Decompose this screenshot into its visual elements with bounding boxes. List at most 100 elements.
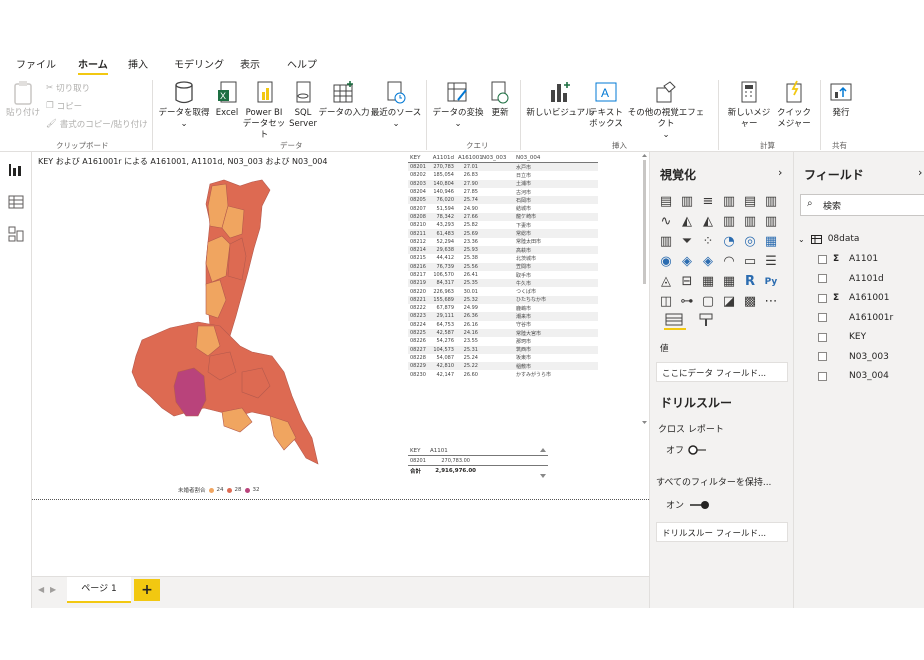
decomposition-tree-icon[interactable]: ⊶	[679, 294, 695, 310]
field-item[interactable]: N03_003	[818, 352, 889, 362]
new-visual-button[interactable]: 新しいビジュアル	[526, 80, 594, 119]
shape-map-icon[interactable]: ◈	[700, 254, 716, 270]
column-header[interactable]: KEY	[408, 155, 430, 161]
report-view-icon[interactable]	[8, 162, 24, 178]
excel-button[interactable]: X Excel	[212, 80, 242, 119]
filled-map-icon[interactable]: ◈	[679, 254, 695, 270]
more-icon[interactable]: ⋯	[763, 294, 779, 310]
field-checkbox[interactable]	[818, 332, 827, 342]
stacked-area-icon[interactable]: ◭	[700, 214, 716, 230]
field-item[interactable]: A161001r	[818, 313, 893, 323]
add-page-button[interactable]: +	[134, 579, 160, 601]
line-column-icon[interactable]: ▥	[721, 214, 737, 230]
slicer-icon[interactable]: ⊟	[679, 274, 695, 290]
fields-well-icon[interactable]	[664, 312, 686, 330]
smart-narrative-icon[interactable]: ◪	[721, 294, 737, 310]
format-painter-button[interactable]: 🖌 書式のコピー/貼り付け	[46, 118, 148, 130]
column-header[interactable]: N03_003	[482, 155, 516, 161]
model-view-icon[interactable]	[8, 226, 24, 242]
publish-button[interactable]: 発行	[826, 80, 856, 119]
fields-search-input[interactable]: ⌕ 検索	[800, 194, 924, 216]
values-drop-zone[interactable]: ここにデータ フィールド...	[656, 362, 788, 382]
textbox-button[interactable]: A テキスト ボックス	[588, 80, 624, 130]
matrix-icon[interactable]: ▦	[721, 274, 737, 290]
field-item[interactable]: Σ A161001	[818, 293, 890, 303]
cross-report-toggle[interactable]: オフ	[666, 443, 710, 456]
line-clustered-icon[interactable]: ▥	[742, 214, 758, 230]
line-chart-icon[interactable]: ∿	[658, 214, 674, 230]
column-header[interactable]: N03_004	[516, 155, 598, 161]
field-checkbox[interactable]	[818, 313, 827, 322]
table-node-08data[interactable]: ⌄ 08data	[798, 234, 859, 244]
qa-icon[interactable]: ▢	[700, 294, 716, 310]
table-icon[interactable]: ▦	[700, 274, 716, 290]
tab-view[interactable]: 表示	[240, 52, 260, 71]
column-header[interactable]: A1101d	[430, 155, 458, 161]
powerbi-dataset-button[interactable]: Power BI データセット	[242, 80, 286, 141]
field-checkbox[interactable]	[818, 254, 827, 264]
field-item[interactable]: Σ A1101	[818, 254, 878, 264]
quick-measure-button[interactable]: クイック メジャー	[776, 80, 812, 130]
stacked-bar-icon[interactable]: ▤	[658, 194, 674, 210]
tab-home[interactable]: ホーム	[78, 52, 108, 75]
chevron-right-icon[interactable]: ›	[778, 166, 782, 179]
python-visual-icon[interactable]: Py	[763, 274, 779, 290]
field-checkbox[interactable]	[818, 352, 827, 361]
scatter-icon[interactable]: ⁘	[700, 234, 716, 250]
treemap-icon[interactable]: ▦	[763, 234, 779, 250]
table-scrollbar[interactable]	[642, 154, 647, 424]
clustered-column-icon[interactable]: ▥	[721, 194, 737, 210]
report-canvas[interactable]: KEY および A161001r による A161001, A1101d, N0…	[32, 152, 649, 499]
data-view-icon[interactable]	[8, 194, 24, 210]
field-checkbox[interactable]	[818, 293, 827, 303]
chevron-left-icon[interactable]: ◀	[38, 585, 44, 594]
field-checkbox[interactable]	[818, 371, 827, 381]
donut-icon[interactable]: ◎	[742, 234, 758, 250]
page-tab-1[interactable]: ページ 1	[67, 577, 131, 603]
funnel-icon[interactable]: ⏷	[679, 234, 695, 250]
chevron-right-icon[interactable]: ▶	[50, 585, 56, 594]
kpi-icon[interactable]: ◬	[658, 274, 674, 290]
format-paint-roller-icon[interactable]	[698, 312, 714, 328]
keep-filters-toggle[interactable]: オン	[666, 498, 710, 511]
get-data-button[interactable]: データを取得 ⌄	[158, 80, 210, 130]
area-chart-icon[interactable]: ◭	[679, 214, 695, 230]
100-bar-icon[interactable]: ▤	[742, 194, 758, 210]
multi-row-card-icon[interactable]: ☰	[763, 254, 779, 270]
tab-file[interactable]: ファイル	[16, 52, 56, 71]
new-measure-button[interactable]: 新しいメジャー	[724, 80, 774, 130]
table-visual-2[interactable]: KEY A1101 08201 270,783.00 合計 2,916,976.…	[408, 446, 548, 475]
transform-data-button[interactable]: データの変換 ⌄	[430, 80, 486, 130]
field-item[interactable]: N03_004	[818, 371, 889, 381]
recent-sources-button[interactable]: 最近のソース ⌄	[370, 80, 422, 130]
gauge-icon[interactable]: ◠	[721, 254, 737, 270]
refresh-button[interactable]: 更新	[486, 80, 514, 119]
tab-insert[interactable]: 挿入	[128, 52, 148, 71]
clustered-bar-icon[interactable]: ≡	[700, 194, 716, 210]
table-visual[interactable]: KEY A1101d A161001 N03_003 N03_004 08201…	[408, 153, 598, 379]
cut-button[interactable]: ✂ 切り取り	[46, 82, 90, 94]
field-item[interactable]: KEY	[818, 332, 866, 342]
enter-data-button[interactable]: データの入力	[318, 80, 370, 119]
tab-modeling[interactable]: モデリング	[174, 52, 224, 71]
more-visuals-button[interactable]: その他の視覚エフェクト ⌄	[624, 80, 708, 141]
column-header[interactable]: KEY	[408, 448, 430, 454]
column-header[interactable]: A1101	[430, 448, 470, 454]
waterfall-icon[interactable]: ▥	[658, 234, 674, 250]
stacked-column-icon[interactable]: ▥	[679, 194, 695, 210]
r-visual-icon[interactable]: R	[742, 274, 758, 290]
field-checkbox[interactable]	[818, 274, 827, 283]
pie-icon[interactable]: ◔	[721, 234, 737, 250]
key-influencers-icon[interactable]: ◫	[658, 294, 674, 310]
100-column-icon[interactable]: ▥	[763, 194, 779, 210]
sql-server-button[interactable]: SQL Server	[288, 80, 318, 130]
paginated-icon[interactable]: ▩	[742, 294, 758, 310]
drillthrough-drop-zone[interactable]: ドリルスルー フィールド...	[656, 522, 788, 542]
filled-map[interactable]	[102, 176, 338, 476]
paste-button[interactable]: 貼り付け	[6, 80, 40, 119]
card-icon[interactable]: ▭	[742, 254, 758, 270]
table2-scrollbar[interactable]	[540, 448, 546, 478]
map-icon[interactable]: ◉	[658, 254, 674, 270]
tab-help[interactable]: ヘルプ	[287, 52, 317, 71]
copy-button[interactable]: ❐ コピー	[46, 100, 82, 112]
